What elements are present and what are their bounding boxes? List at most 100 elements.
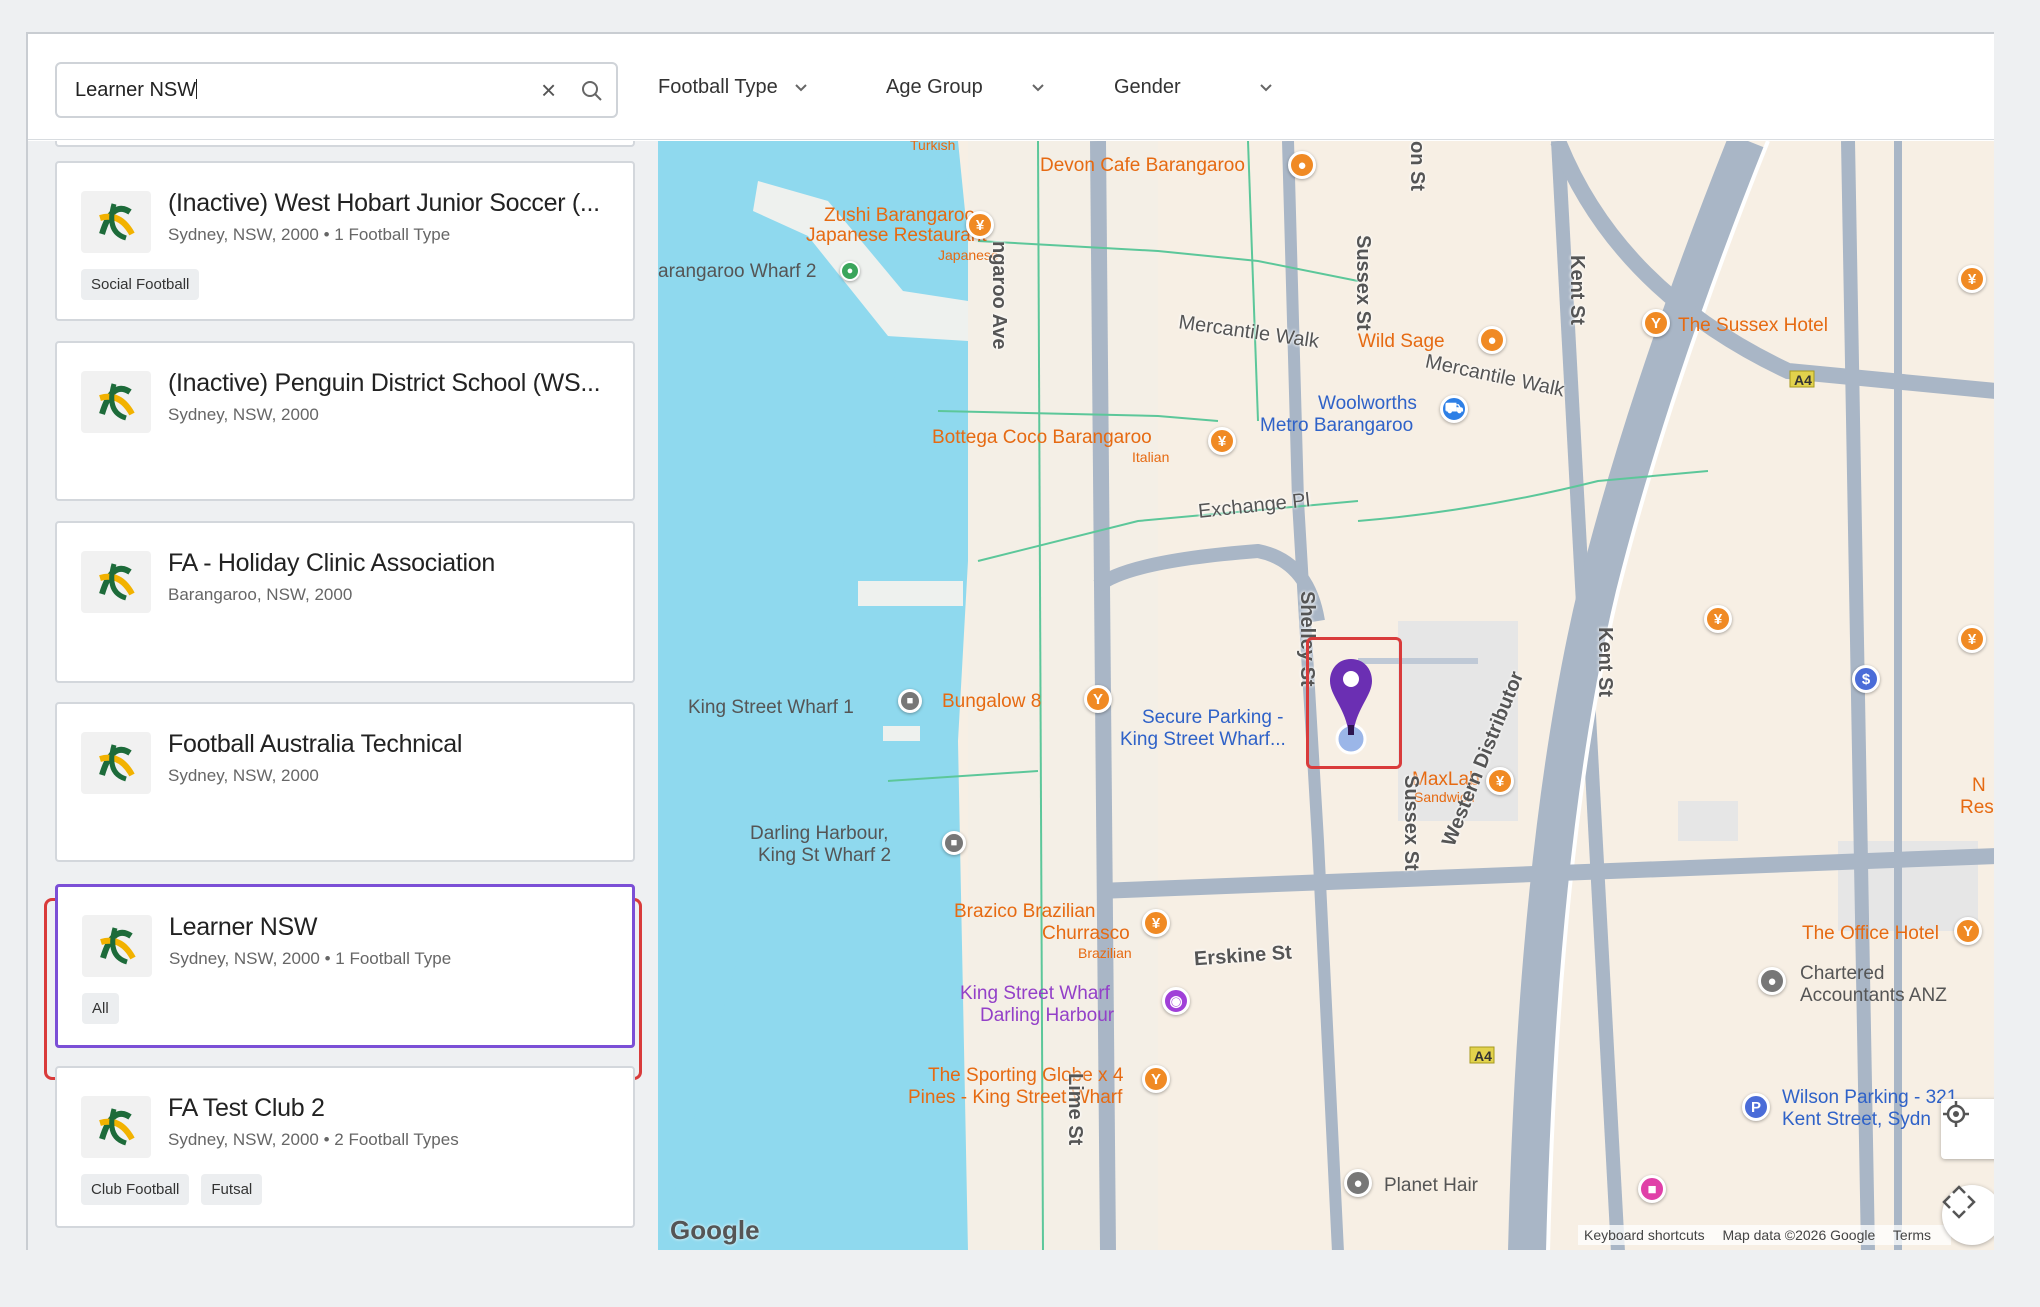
close-icon[interactable]: × <box>541 75 556 105</box>
search-box[interactable]: Learner NSW × <box>55 62 618 118</box>
ferry-icon[interactable]: ■ <box>898 689 922 713</box>
selected-club-marker-icon[interactable] <box>1326 655 1376 755</box>
restaurant-icon[interactable]: ¥ <box>966 211 994 239</box>
map-view[interactable]: Turkish Devon Cafe Barangaroo ● Zushi Ba… <box>658 141 1994 1250</box>
street-label: Kent St <box>1594 627 1616 697</box>
shopping-bag-icon[interactable]: ■ <box>1638 1175 1666 1203</box>
poi-label[interactable]: Accountants ANZ <box>1800 985 1947 1006</box>
poi-label[interactable]: King Street Wharf <box>960 983 1110 1004</box>
bar-icon[interactable]: Y <box>1084 685 1112 713</box>
bar-icon[interactable]: Y <box>1142 1065 1170 1093</box>
restaurant-icon[interactable]: ¥ <box>1958 625 1986 653</box>
club-name: Football Australia Technical <box>168 730 463 758</box>
club-card-partial[interactable] <box>55 141 635 147</box>
poi-label[interactable]: N <box>1972 775 1986 796</box>
club-name: FA Test Club 2 <box>168 1094 325 1122</box>
club-finder-app: Learner NSW × Football Type Age Group Ge… <box>26 32 1994 1250</box>
street-label: Lime St <box>1064 1073 1086 1146</box>
poi-label[interactable]: Kent Street, Sydn <box>1782 1109 1931 1130</box>
poi-label[interactable]: King Street Wharf 1 <box>688 697 854 718</box>
poi-label[interactable]: Wild Sage <box>1358 331 1445 352</box>
street-label: Sussex St <box>1400 775 1422 871</box>
google-logo: Google <box>670 1215 760 1245</box>
poi-label[interactable]: Wilson Parking - 321 <box>1782 1087 1957 1108</box>
club-card[interactable]: FA Test Club 2 Sydney, NSW, 2000 • 2 Foo… <box>55 1066 635 1228</box>
poi-label[interactable]: Secure Parking - <box>1142 707 1284 728</box>
poi-label[interactable]: Pines - King Street Wharf <box>908 1087 1122 1108</box>
location-pin-icon[interactable]: ● <box>1344 1169 1372 1197</box>
poi-label[interactable]: Darling Harbour <box>980 1005 1114 1026</box>
poi-label[interactable]: Japanese Restaurant <box>806 225 987 246</box>
club-location: Sydney, NSW, 2000 <box>168 405 319 424</box>
poi-label[interactable]: Bungalow 8 <box>942 691 1041 712</box>
poi-label[interactable]: King Street Wharf... <box>1120 729 1286 750</box>
club-location: Sydney, NSW, 2000 • 1 Football Type <box>169 949 452 968</box>
club-card[interactable]: (Inactive) West Hobart Junior Soccer (..… <box>55 161 635 321</box>
parking-icon[interactable]: P <box>1742 1093 1770 1121</box>
ferry-icon[interactable]: ● <box>840 261 860 281</box>
search-input[interactable]: Learner NSW <box>75 79 198 102</box>
poi-label[interactable]: Res <box>1960 797 1994 818</box>
bar-icon[interactable]: Y <box>1954 917 1982 945</box>
poi-label[interactable]: The Sporting Globe x 4 <box>928 1065 1123 1086</box>
camera-icon[interactable]: ◉ <box>1162 987 1190 1015</box>
location-pin-icon[interactable]: ● <box>1758 967 1786 995</box>
football-type-tag: All <box>82 993 119 1024</box>
search-icon[interactable] <box>579 78 605 104</box>
cafe-icon[interactable]: ● <box>1288 151 1316 179</box>
restaurant-icon[interactable]: ¥ <box>1958 265 1986 293</box>
chevron-down-icon <box>1260 83 1272 91</box>
dropdown-label: Football Type <box>658 76 778 98</box>
my-location-button[interactable] <box>1941 1099 1994 1159</box>
poi-sublabel: Brazilian <box>1078 945 1132 961</box>
map-data-text: Map data ©2026 Google <box>1722 1227 1876 1243</box>
pan-arrows-icon <box>1942 1185 1976 1219</box>
poi-label[interactable]: King St Wharf 2 <box>758 845 891 866</box>
route-label: A4 <box>1794 372 1812 388</box>
poi-label[interactable]: Woolworths <box>1318 393 1417 414</box>
club-location: Barangaroo, NSW, 2000 <box>168 585 353 604</box>
filter-bar: Learner NSW × Football Type Age Group Ge… <box>28 34 1994 140</box>
poi-label[interactable]: Devon Cafe Barangaroo <box>1040 155 1245 176</box>
poi-label[interactable]: arangaroo Wharf 2 <box>658 261 816 282</box>
club-name: (Inactive) Penguin District School (WS..… <box>168 369 601 397</box>
gender-dropdown[interactable]: Gender <box>1114 76 1275 99</box>
club-logo <box>81 1096 151 1158</box>
club-logo <box>81 371 151 433</box>
poi-label[interactable]: Metro Barangaroo <box>1260 415 1413 436</box>
football-type-dropdown[interactable]: Football Type <box>658 76 810 99</box>
bar-icon[interactable]: Y <box>1642 309 1670 337</box>
poi-label[interactable]: Churrasco <box>1042 923 1130 944</box>
map-attribution: Keyboard shortcuts Map data ©2026 Google… <box>1578 1225 1952 1245</box>
poi-label[interactable]: Bottega Coco Barangaroo <box>932 427 1152 448</box>
club-results-list[interactable]: (Inactive) West Hobart Junior Soccer (..… <box>28 141 658 1250</box>
restaurant-icon[interactable]: ¥ <box>1704 605 1732 633</box>
poi-label[interactable]: Planet Hair <box>1384 1175 1478 1196</box>
club-logo <box>82 915 152 977</box>
chevron-down-icon <box>795 83 807 91</box>
map-pan-button[interactable] <box>1942 1185 1994 1245</box>
poi-label[interactable]: The Office Hotel <box>1802 923 1939 944</box>
bank-icon[interactable]: $ <box>1852 665 1880 693</box>
poi-sublabel: Italian <box>1132 449 1170 465</box>
cafe-icon[interactable]: ● <box>1478 326 1506 354</box>
club-card-selected[interactable]: Learner NSW Sydney, NSW, 2000 • 1 Footba… <box>55 884 635 1048</box>
terms-link[interactable]: Terms <box>1893 1227 1931 1243</box>
keyboard-shortcuts-link[interactable]: Keyboard shortcuts <box>1584 1227 1705 1243</box>
ferry-icon[interactable]: ■ <box>942 831 966 855</box>
poi-label[interactable]: The Sussex Hotel <box>1678 315 1828 336</box>
poi-label[interactable]: Darling Harbour, <box>750 823 888 844</box>
restaurant-icon[interactable]: ¥ <box>1208 427 1236 455</box>
poi-label[interactable]: Brazico Brazilian <box>954 901 1096 922</box>
shopping-cart-icon[interactable]: ⛟ <box>1440 395 1468 423</box>
club-card[interactable]: FA - Holiday Clinic Association Barangar… <box>55 521 635 683</box>
club-logo <box>81 551 151 613</box>
poi-label[interactable]: Zushi Barangaroo - <box>824 205 987 226</box>
poi-label[interactable]: Chartered <box>1800 963 1885 984</box>
route-label: A4 <box>1474 1048 1492 1064</box>
club-location: Sydney, NSW, 2000 • 1 Football Type <box>168 225 451 244</box>
restaurant-icon[interactable]: ¥ <box>1142 909 1170 937</box>
age-group-dropdown[interactable]: Age Group <box>886 76 1047 99</box>
club-card[interactable]: Football Australia Technical Sydney, NSW… <box>55 702 635 862</box>
club-card[interactable]: (Inactive) Penguin District School (WS..… <box>55 341 635 501</box>
